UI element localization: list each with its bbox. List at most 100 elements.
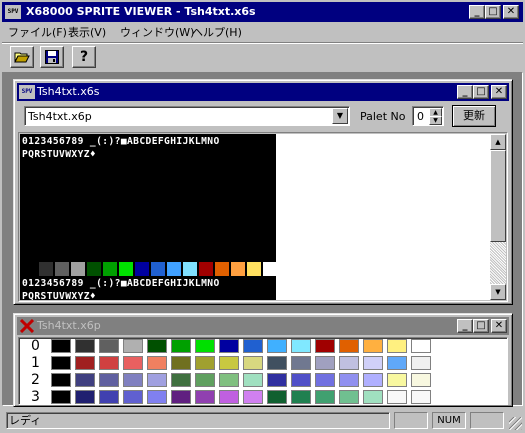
palette-swatch[interactable]	[51, 373, 71, 387]
file-dropdown-button[interactable]: ▼	[332, 108, 348, 124]
sprite-window[interactable]: SPV Tsh4txt.x6s _ □ ✕ Tsh4txt.x6p ▼ Pale…	[13, 79, 513, 305]
scroll-up-button[interactable]: ▲	[490, 134, 506, 150]
sprite-view[interactable]: 0123456789 _(:)?■ABCDEFGHIJKLMNO PQRSTUV…	[18, 132, 508, 302]
palette-swatch[interactable]	[195, 356, 215, 370]
palette-minimize-button[interactable]: _	[457, 319, 473, 333]
palette-swatch[interactable]	[243, 390, 263, 404]
palette-swatch[interactable]	[219, 356, 239, 370]
palette-swatch[interactable]	[147, 390, 167, 404]
menu-file[interactable]: ファイル(F)	[8, 24, 67, 40]
file-select[interactable]: Tsh4txt.x6p ▼	[24, 106, 350, 126]
palette-swatch[interactable]	[387, 339, 407, 353]
palette-swatch[interactable]	[99, 339, 119, 353]
palette-swatch[interactable]	[99, 373, 119, 387]
palette-swatch[interactable]	[51, 356, 71, 370]
palette-swatch[interactable]	[291, 373, 311, 387]
sprite-window-title-bar[interactable]: SPV Tsh4txt.x6s _ □ ✕	[17, 83, 509, 101]
palette-swatch[interactable]	[195, 373, 215, 387]
spin-down-button[interactable]: ▼	[429, 116, 442, 125]
palette-swatch[interactable]	[243, 356, 263, 370]
palette-window-icon[interactable]	[19, 318, 35, 334]
palette-swatch[interactable]	[291, 390, 311, 404]
palette-swatch[interactable]	[363, 390, 383, 404]
palette-swatch[interactable]	[363, 373, 383, 387]
menu-help[interactable]: ヘルプ(H)	[192, 24, 242, 40]
minimize-button[interactable]: _	[469, 5, 485, 19]
palette-swatch[interactable]	[171, 356, 191, 370]
palette-swatch[interactable]	[339, 339, 359, 353]
scroll-thumb[interactable]	[490, 150, 506, 242]
help-button[interactable]: ?	[72, 46, 96, 68]
palette-swatch[interactable]	[123, 339, 143, 353]
palette-maximize-button[interactable]: □	[473, 319, 489, 333]
palette-swatch[interactable]	[267, 356, 287, 370]
palette-swatch[interactable]	[123, 356, 143, 370]
palette-swatch[interactable]	[171, 390, 191, 404]
palette-swatch[interactable]	[315, 373, 335, 387]
palette-swatch[interactable]	[315, 356, 335, 370]
palette-swatch[interactable]	[267, 339, 287, 353]
palette-swatch[interactable]	[243, 339, 263, 353]
palette-swatch[interactable]	[411, 373, 431, 387]
palette-swatch[interactable]	[363, 339, 383, 353]
palette-swatch[interactable]	[99, 390, 119, 404]
menu-view[interactable]: 表示(V)	[68, 24, 106, 40]
palette-swatch[interactable]	[243, 373, 263, 387]
update-button[interactable]: 更新	[452, 105, 496, 127]
palette-swatch[interactable]	[171, 373, 191, 387]
resize-grip[interactable]	[509, 417, 522, 430]
palette-swatch[interactable]	[267, 373, 287, 387]
palette-swatch[interactable]	[123, 373, 143, 387]
palette-swatch[interactable]	[99, 356, 119, 370]
palette-swatch[interactable]	[219, 339, 239, 353]
palette-swatch[interactable]	[387, 356, 407, 370]
close-button[interactable]: ✕	[503, 5, 519, 19]
sprite-window-icon[interactable]: SPV	[19, 85, 35, 99]
vertical-scrollbar[interactable]: ▲ ▼	[490, 134, 506, 300]
palette-swatch[interactable]	[123, 390, 143, 404]
palette-swatch[interactable]	[147, 373, 167, 387]
palette-swatch[interactable]	[219, 373, 239, 387]
palette-window[interactable]: Tsh4txt.x6p _ □ ✕ 01234	[13, 313, 513, 407]
palette-swatch[interactable]	[291, 339, 311, 353]
app-title-bar[interactable]: SPV X68000 SPRITE VIEWER - Tsh4txt.x6s _…	[2, 2, 523, 22]
palette-swatch[interactable]	[411, 390, 431, 404]
maximize-button[interactable]: □	[485, 5, 501, 19]
sprite-minimize-button[interactable]: _	[457, 85, 473, 99]
app-icon[interactable]: SPV	[5, 5, 21, 19]
palette-swatch[interactable]	[291, 356, 311, 370]
palette-swatch[interactable]	[267, 390, 287, 404]
palette-swatch[interactable]	[387, 373, 407, 387]
palette-swatch[interactable]	[387, 390, 407, 404]
palette-swatch[interactable]	[411, 356, 431, 370]
menu-window[interactable]: ウィンドウ(W)	[120, 24, 194, 40]
palette-window-title-bar[interactable]: Tsh4txt.x6p _ □ ✕	[17, 317, 509, 335]
palette-swatch[interactable]	[363, 356, 383, 370]
palette-swatch[interactable]	[75, 339, 95, 353]
palette-swatch[interactable]	[195, 339, 215, 353]
sprite-maximize-button[interactable]: □	[473, 85, 489, 99]
palette-swatch[interactable]	[51, 390, 71, 404]
palette-swatch[interactable]	[411, 339, 431, 353]
palette-swatch[interactable]	[75, 356, 95, 370]
sprite-canvas[interactable]: 0123456789 _(:)?■ABCDEFGHIJKLMNO PQRSTUV…	[20, 134, 276, 300]
palette-swatch[interactable]	[315, 339, 335, 353]
palette-grid[interactable]: 01234	[18, 337, 508, 405]
palette-swatch[interactable]	[195, 390, 215, 404]
palette-swatch[interactable]	[147, 356, 167, 370]
palette-swatch[interactable]	[51, 339, 71, 353]
palette-swatch[interactable]	[339, 390, 359, 404]
sprite-close-button[interactable]: ✕	[491, 85, 507, 99]
palette-swatch[interactable]	[171, 339, 191, 353]
palette-swatch[interactable]	[147, 339, 167, 353]
open-button[interactable]	[10, 46, 34, 68]
scroll-down-button[interactable]: ▼	[490, 284, 506, 300]
palette-swatch[interactable]	[315, 390, 335, 404]
palette-swatch[interactable]	[75, 390, 95, 404]
palette-swatch[interactable]	[219, 390, 239, 404]
palette-swatch[interactable]	[75, 373, 95, 387]
palet-no-spinner[interactable]: 0 ▲ ▼	[412, 106, 444, 126]
palette-swatch[interactable]	[339, 373, 359, 387]
palette-swatch[interactable]	[339, 356, 359, 370]
palette-close-button[interactable]: ✕	[491, 319, 507, 333]
